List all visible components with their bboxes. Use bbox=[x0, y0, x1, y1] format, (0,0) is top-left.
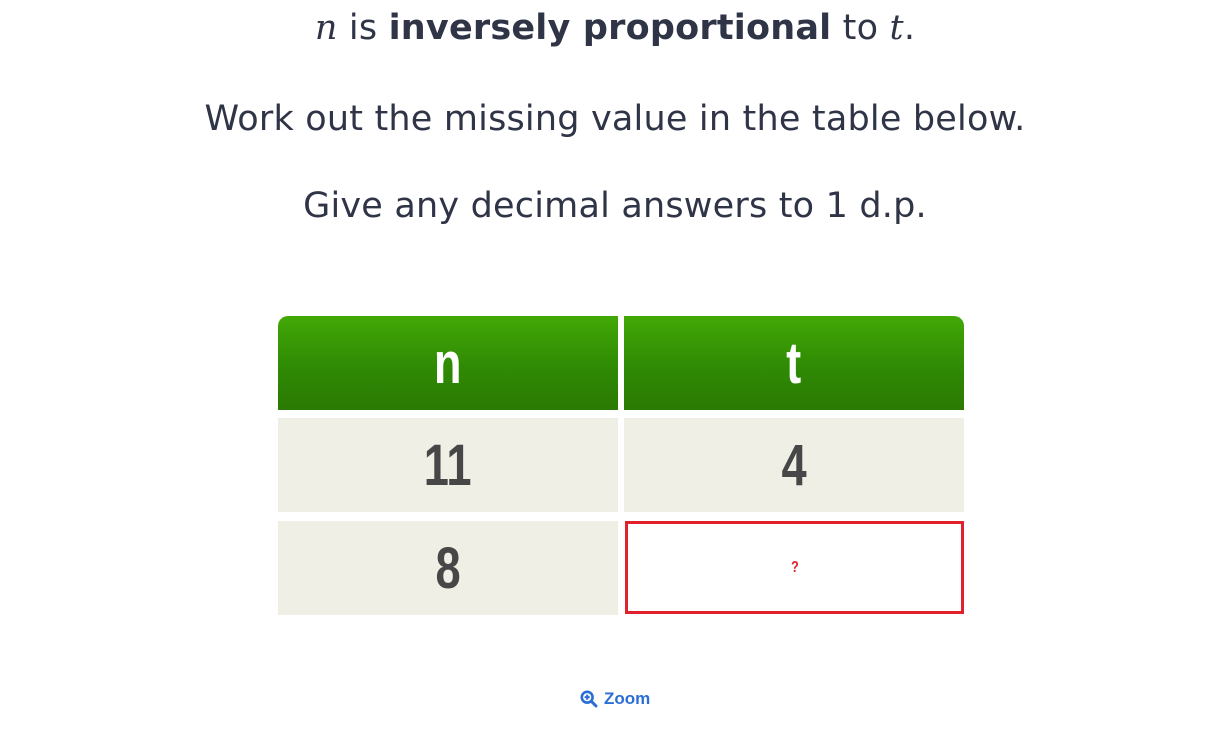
table-cell-value: 8 bbox=[435, 535, 461, 601]
missing-value-mark: ? bbox=[790, 558, 799, 576]
question-rounding-note: Give any decimal answers to 1 d.p. bbox=[303, 186, 927, 226]
question-instruction: Work out the missing value in the table … bbox=[204, 99, 1026, 139]
text-to: to bbox=[831, 8, 890, 48]
table-cell-value: 4 bbox=[781, 432, 807, 498]
question-statement: n is inversely proportional to t. bbox=[0, 6, 1230, 50]
variable-n: n bbox=[314, 8, 338, 48]
table-cell-n-row2: 8 bbox=[278, 521, 618, 615]
table-header-t-label: t bbox=[786, 330, 802, 396]
table-cell-value: 11 bbox=[424, 432, 472, 498]
missing-value-cell: ? bbox=[625, 521, 964, 614]
table-header-n-label: n bbox=[434, 330, 462, 396]
table-cell-t-row1: 4 bbox=[624, 418, 964, 512]
zoom-button[interactable]: Zoom bbox=[580, 688, 650, 710]
period: . bbox=[903, 8, 916, 48]
zoom-label: Zoom bbox=[604, 689, 651, 708]
bold-phrase: inversely proportional bbox=[388, 8, 832, 48]
table-header-t: t bbox=[624, 316, 964, 410]
text-is: is bbox=[337, 8, 389, 48]
zoom-in-icon bbox=[580, 690, 598, 708]
table-header-n: n bbox=[278, 316, 618, 410]
variable-t: t bbox=[889, 8, 904, 48]
table-cell-n-row1: 11 bbox=[278, 418, 618, 512]
